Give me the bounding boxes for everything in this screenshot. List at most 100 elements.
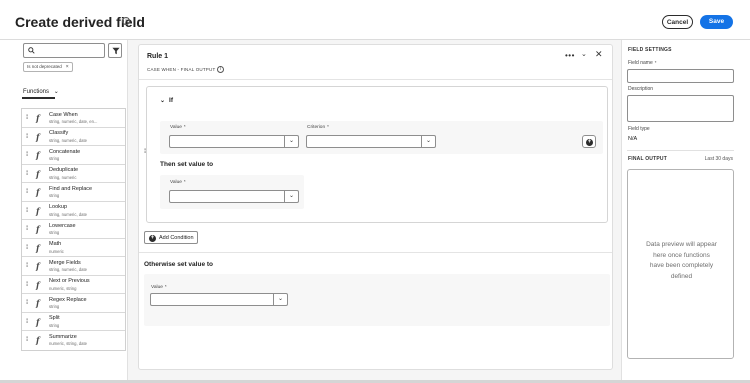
function-types: string: [49, 230, 60, 235]
list-item[interactable]: ⁞⁞ f Summarize numeric, string, date: [22, 331, 125, 350]
list-item[interactable]: ⁞⁞ f Deduplicate string, numeric: [22, 165, 125, 183]
more-icon[interactable]: •••: [565, 51, 575, 60]
drag-handle-icon[interactable]: ⁞⁞: [26, 208, 29, 214]
function-name: Deduplicate: [49, 167, 79, 173]
list-item[interactable]: ⁞⁞ f Math numeric: [22, 239, 125, 257]
value-field-label: Value *: [170, 124, 186, 130]
then-value-field-label: Value *: [170, 179, 186, 185]
list-item[interactable]: ⁞⁞ f Split string: [22, 313, 125, 331]
chevron-down-icon[interactable]: ⌄: [421, 136, 435, 147]
drag-handle-icon[interactable]: ⁞⁞: [26, 189, 29, 195]
function-icon: f: [36, 335, 40, 345]
chevron-down-icon[interactable]: ⌄: [284, 191, 298, 202]
drag-handle-icon[interactable]: ⁞⁞: [26, 337, 29, 343]
drag-handle-icon[interactable]: ⁞⁞: [26, 152, 29, 158]
list-item[interactable]: ⁞⁞ f Case When string, numeric, date, en...: [22, 109, 125, 128]
add-criterion-button[interactable]: +: [582, 135, 596, 148]
preview-empty-message: Data preview will appear here once funct…: [646, 241, 717, 280]
chevron-down-icon[interactable]: ⌄: [284, 136, 298, 147]
function-types: numeric, string: [49, 285, 77, 291]
function-icon: f: [36, 168, 40, 179]
drag-handle-icon[interactable]: ⁞⁞: [26, 319, 29, 325]
divider: [139, 79, 612, 80]
close-icon[interactable]: ✕: [595, 49, 603, 60]
list-item[interactable]: ⁞⁞ f Lookup string, numeric, date: [22, 202, 125, 220]
chevron-down-icon: ⌄: [53, 89, 59, 95]
criterion-combobox[interactable]: ⌄: [306, 135, 436, 148]
description-textarea[interactable]: [627, 95, 734, 122]
criterion-field-label: Criterion *: [307, 124, 329, 130]
drag-handle-icon[interactable]: ⁞⁞: [26, 226, 29, 232]
function-name: Merge Fields: [49, 259, 81, 266]
add-icon: +: [149, 234, 156, 242]
function-types: numeric, string, date: [49, 341, 87, 346]
add-condition-button[interactable]: + Add Condition: [144, 231, 198, 244]
value-label-text: Value: [170, 125, 182, 130]
drag-handle-icon[interactable]: ⁞⁞: [26, 263, 29, 269]
save-button[interactable]: Save: [700, 15, 733, 29]
filter-button[interactable]: [108, 43, 122, 58]
list-item[interactable]: ⁞⁞ f Next or Previous numeric, string: [22, 276, 125, 294]
function-name: Concatenate: [49, 148, 81, 155]
tab-functions[interactable]: Functions ⌄: [23, 88, 59, 95]
then-value-row: Value * ⌄: [160, 175, 304, 209]
function-types: string: [49, 322, 60, 328]
info-icon[interactable]: i: [217, 65, 224, 73]
rule-subtitle: CASE WHEN - FINAL OUTPUT: [147, 67, 216, 72]
list-item[interactable]: ⁞⁞ f Merge Fields string, numeric, date: [22, 257, 125, 276]
chevron-down-icon[interactable]: ⌄: [273, 294, 287, 305]
list-item[interactable]: ⁞⁞ f Regex Replace string: [22, 294, 125, 313]
drag-handle-icon[interactable]: ⁞⁞: [26, 134, 29, 140]
divider: [139, 252, 612, 253]
drag-handle-icon[interactable]: ⁞⁞: [26, 115, 29, 121]
function-types: string, numeric, date, en...: [49, 119, 98, 124]
search-icon: [28, 47, 35, 54]
drag-handle-icon[interactable]: ⁞⁞: [26, 171, 29, 177]
filter-tag[interactable]: Is not deprecated ×: [23, 62, 73, 72]
otherwise-value-field-label: Value *: [151, 284, 167, 290]
function-types: string, numeric: [49, 174, 77, 180]
chevron-down-icon[interactable]: ⌄: [581, 50, 587, 58]
list-item[interactable]: ⁞⁞ f Classify string, numeric, date: [22, 128, 125, 146]
required-mark: *: [654, 60, 657, 65]
required-mark: *: [164, 284, 167, 289]
function-types: numeric: [49, 248, 64, 254]
search-input[interactable]: [23, 43, 105, 58]
info-icon[interactable]: i: [122, 17, 130, 25]
field-type-label: Field type: [628, 126, 650, 132]
function-name: Case When: [49, 111, 78, 118]
if-condition-box: ⌄ If Value * ⌄ Criterion * ⌄ + Then set val…: [146, 86, 608, 223]
drag-handle-icon[interactable]: ⁞⁞: [26, 300, 29, 306]
drag-handle-icon[interactable]: ⁞⁞: [26, 245, 29, 251]
functions-panel: Is not deprecated × Functions ⌄ ⁞⁞ f Case W…: [15, 40, 128, 380]
function-types: string: [49, 193, 60, 198]
add-condition-label: Add Condition: [159, 235, 194, 241]
function-name: Classify: [49, 130, 69, 136]
then-label: Then set value to: [160, 161, 214, 168]
cancel-button[interactable]: Cancel: [662, 15, 693, 29]
function-name: Summarize: [49, 333, 77, 340]
otherwise-value-row: Value * ⌄: [144, 274, 610, 326]
time-range-label: Last 30 days: [704, 156, 733, 162]
close-icon[interactable]: ×: [66, 64, 69, 70]
function-icon: f: [36, 131, 40, 142]
field-settings-heading: FIELD SETTINGS: [628, 47, 672, 53]
description-label: Description: [628, 86, 654, 92]
tab-underline: [22, 97, 55, 99]
field-name-input[interactable]: [627, 69, 734, 83]
list-item[interactable]: ⁞⁞ f Lowercase string: [22, 220, 125, 239]
list-item[interactable]: ⁞⁞ f Concatenate string: [22, 146, 125, 165]
drag-handle-icon[interactable]: ⁞⁞: [26, 282, 29, 288]
value-combobox[interactable]: ⌄: [169, 135, 299, 148]
if-section-toggle[interactable]: ⌄ If: [160, 97, 173, 104]
add-icon: +: [586, 138, 593, 146]
then-value-combobox[interactable]: ⌄: [169, 190, 299, 203]
function-icon: f: [36, 298, 40, 308]
required-mark: *: [183, 124, 186, 129]
otherwise-value-combobox[interactable]: ⌄: [150, 293, 288, 306]
otherwise-value-label-text: Value: [151, 285, 163, 290]
list-item[interactable]: ⁞⁞ f Find and Replace string: [22, 183, 125, 202]
function-name: Math: [49, 241, 62, 247]
function-icon: f: [36, 224, 40, 234]
chevron-down-icon: ⌄: [160, 98, 166, 104]
